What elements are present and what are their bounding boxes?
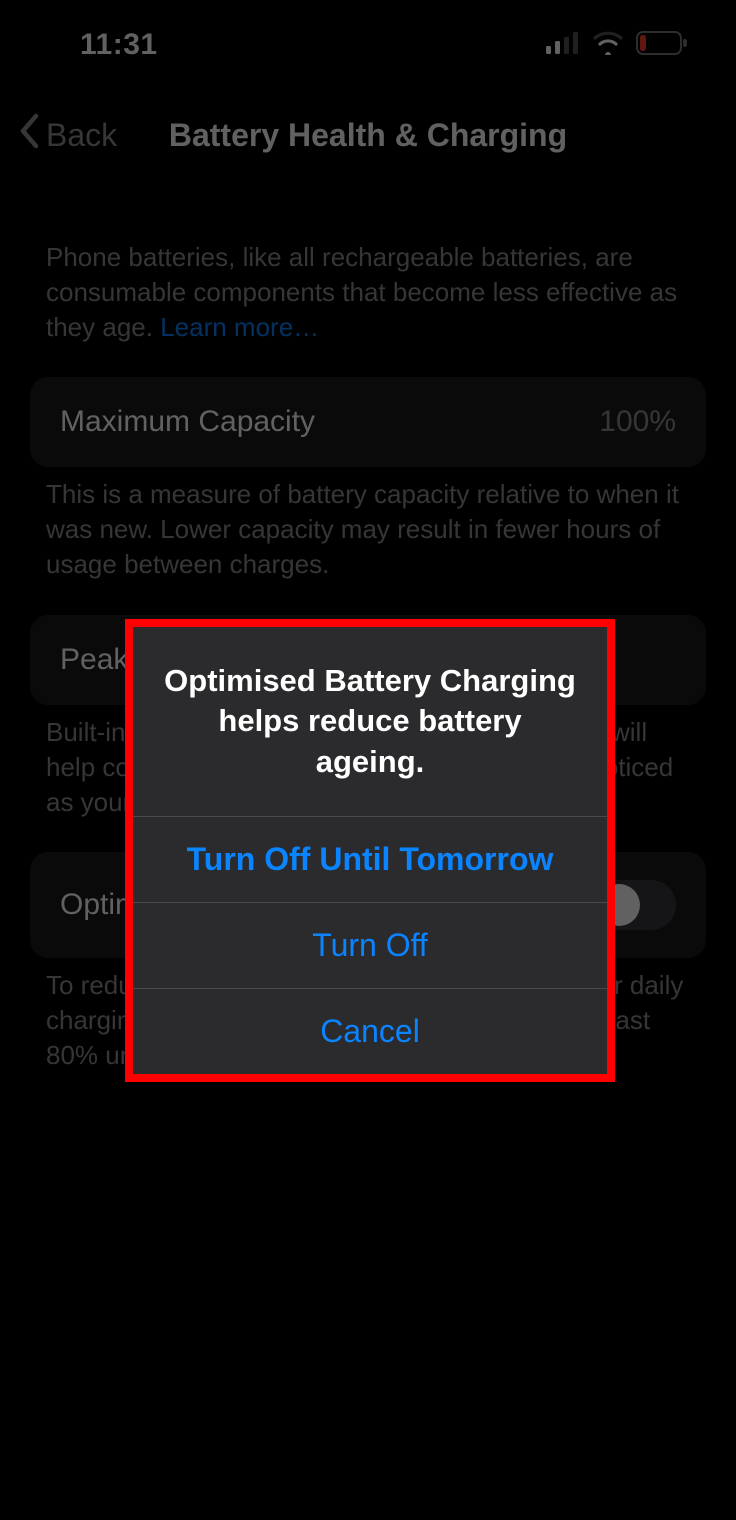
- turn-off-until-tomorrow-button[interactable]: Turn Off Until Tomorrow: [133, 816, 607, 902]
- alert-highlight-box: Optimised Battery Charging helps reduce …: [125, 619, 615, 1082]
- cancel-button[interactable]: Cancel: [133, 988, 607, 1074]
- alert-title: Optimised Battery Charging helps reduce …: [133, 627, 607, 816]
- turn-off-button[interactable]: Turn Off: [133, 902, 607, 988]
- alert-dialog: Optimised Battery Charging helps reduce …: [133, 627, 607, 1074]
